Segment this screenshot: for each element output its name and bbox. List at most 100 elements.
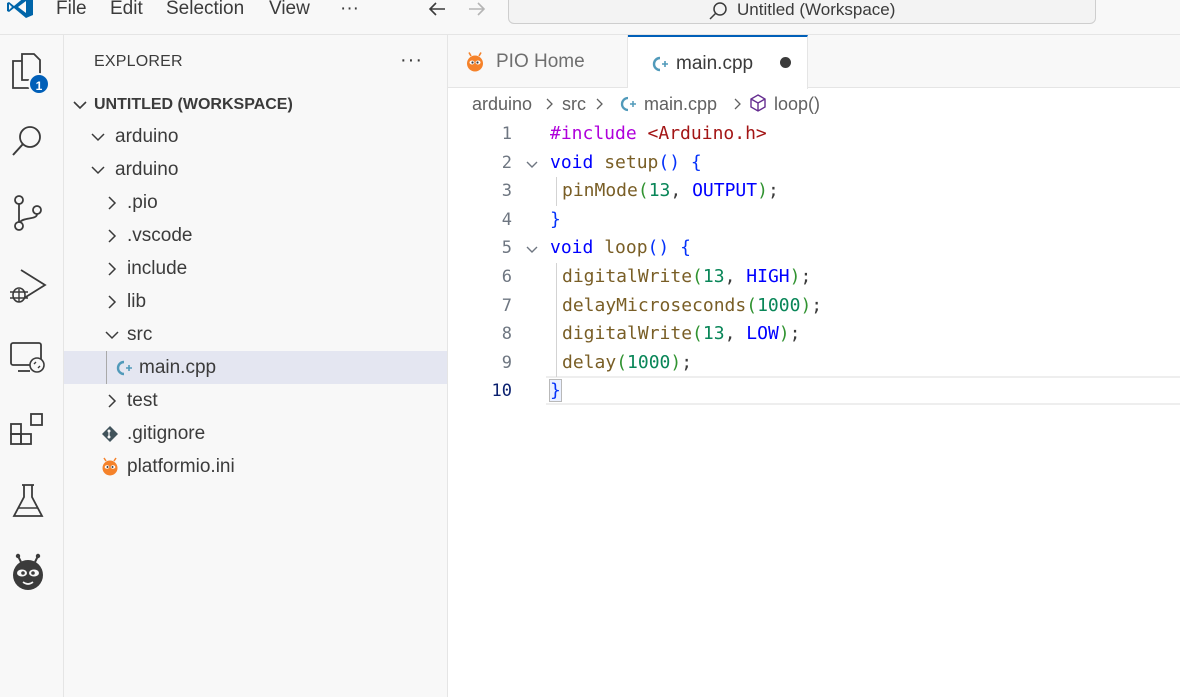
tab-label: PIO Home [496, 51, 585, 72]
menu-edit[interactable]: Edit [110, 0, 143, 21]
tab-main-cpp[interactable]: main.cpp [628, 35, 808, 89]
tree-item-label: arduino [115, 126, 179, 147]
code-token: 1000 [627, 351, 671, 373]
tree-folder-pio[interactable]: .pio [64, 186, 447, 219]
code-token: setup [604, 151, 659, 173]
code-token: ) [778, 323, 790, 345]
code-line[interactable]: 10} [448, 377, 1180, 406]
code-token: 13 [648, 180, 671, 202]
code-token: ( [616, 351, 628, 373]
tree-folder-arduino[interactable]: arduino [64, 120, 447, 153]
tree-folder-vscode[interactable]: .vscode [64, 219, 447, 252]
tree-item-label: .pio [127, 192, 158, 213]
tree-item-label: .vscode [127, 225, 193, 246]
code-token: () [658, 151, 691, 173]
line-number: 1 [501, 124, 512, 144]
code-line[interactable]: 4} [448, 206, 1180, 235]
tree-folder-include[interactable]: include [64, 252, 447, 285]
cpp-file-icon [652, 56, 668, 72]
tree-file-gitignore[interactable]: .gitignore [64, 417, 447, 450]
code-text: } [550, 209, 561, 230]
code-editor[interactable]: 1 #include <Arduino.h> 2 void setup() {3 pin… [448, 120, 1180, 697]
tree-item-label: include [127, 258, 188, 279]
code-token: OUTPUT [692, 180, 758, 202]
code-token: digitalWrite [562, 266, 693, 287]
code-line[interactable]: 7 delayMicroseconds(1000); [448, 292, 1180, 321]
code-line[interactable]: 6 digitalWrite(13, HIGH); [448, 263, 1180, 292]
fold-chevron-icon[interactable] [524, 157, 540, 173]
tree-folder-arduino-inner[interactable]: arduino [64, 153, 447, 186]
code-token: , [724, 323, 747, 345]
chevron-right-icon [734, 98, 741, 110]
menu-more[interactable]: ··· [340, 0, 359, 21]
explorer-badge: 1 [28, 73, 50, 95]
menu-view[interactable]: View [269, 0, 310, 21]
tree-item-label: .gitignore [127, 423, 206, 444]
chevron-right-icon [546, 98, 553, 110]
testing-icon[interactable] [8, 481, 48, 521]
activity-bar: 1 [0, 35, 64, 697]
forward-arrow-icon[interactable] [466, 0, 488, 20]
code-text: digitalWrite(13, HIGH); [562, 266, 811, 287]
code-line[interactable]: 1 #include <Arduino.h> [448, 120, 1180, 149]
tree-folder-test[interactable]: test [64, 384, 447, 417]
code-line[interactable]: 8 digitalWrite(13, LOW); [448, 320, 1180, 349]
code-token: digitalWrite [562, 323, 693, 345]
tree-folder-src[interactable]: src [64, 318, 447, 351]
chevron-right-icon [108, 295, 117, 309]
indent-guide [556, 263, 557, 378]
code-token: ; [789, 323, 801, 345]
cpp-file-icon [116, 360, 132, 376]
code-token: , [670, 180, 693, 202]
code-token: ) [789, 266, 801, 287]
menu-file[interactable]: File [56, 0, 87, 21]
editor-tab-bar: PIO Home main.cpp [448, 35, 1180, 89]
code-token: loop [604, 237, 648, 259]
tree-folder-lib[interactable]: lib [64, 285, 447, 318]
source-control-icon[interactable] [8, 193, 48, 233]
vscode-logo-icon[interactable] [6, 0, 34, 18]
platformio-file-icon [102, 457, 118, 476]
remote-explorer-icon[interactable] [8, 337, 48, 377]
code-token: <Arduino.h> [647, 123, 767, 144]
code-token: 13 [702, 266, 725, 287]
back-arrow-icon[interactable] [426, 0, 448, 20]
workspace-header[interactable]: UNTITLED (WORKSPACE) [64, 91, 447, 121]
tab-pio-home[interactable]: PIO Home [448, 35, 628, 88]
command-center[interactable]: Untitled (Workspace) [508, 0, 1096, 24]
code-token: ) [757, 180, 768, 202]
breadcrumb-loop[interactable]: loop() [774, 94, 820, 115]
line-number: 10 [491, 381, 512, 402]
code-token: ( [692, 323, 703, 345]
sidebar-more-button[interactable]: ··· [400, 49, 423, 72]
tree-item-label: lib [127, 291, 147, 312]
code-line[interactable]: 5 void loop() { [448, 234, 1180, 263]
line-number: 6 [501, 267, 512, 287]
line-number: 2 [501, 152, 512, 173]
explorer-sidebar: EXPLORER ··· UNTITLED (WORKSPACE) arduin… [64, 35, 448, 697]
tree-file-platformio-ini[interactable]: platformio.ini [64, 450, 447, 483]
fold-chevron-icon[interactable] [524, 242, 540, 258]
command-center-label: Untitled (Workspace) [737, 0, 896, 19]
chevron-right-icon [596, 98, 603, 110]
code-text: } [549, 379, 562, 403]
indent-guide [556, 177, 557, 206]
extensions-icon[interactable] [8, 409, 48, 449]
code-text: digitalWrite(13, LOW); [562, 323, 800, 344]
code-text: void loop() { [550, 237, 691, 258]
breadcrumb-src[interactable]: src [562, 94, 586, 115]
platformio-icon [467, 52, 483, 72]
code-line[interactable]: 9 delay(1000); [448, 349, 1180, 378]
platformio-icon[interactable] [8, 553, 48, 593]
code-line[interactable]: 2 void setup() { [448, 149, 1180, 178]
search-icon[interactable] [8, 121, 48, 161]
menu-selection[interactable]: Selection [166, 0, 244, 21]
breadcrumb-arduino[interactable]: arduino [472, 94, 532, 115]
unsaved-changes-dot[interactable] [780, 57, 791, 68]
code-token: ; [811, 294, 823, 316]
tree-file-main-cpp[interactable]: main.cpp [64, 351, 447, 384]
code-token: { [680, 237, 691, 259]
breadcrumb-main-cpp[interactable]: main.cpp [644, 94, 717, 115]
code-line[interactable]: 3 pinMode(13, OUTPUT); [448, 177, 1180, 206]
run-debug-icon[interactable] [8, 265, 48, 305]
